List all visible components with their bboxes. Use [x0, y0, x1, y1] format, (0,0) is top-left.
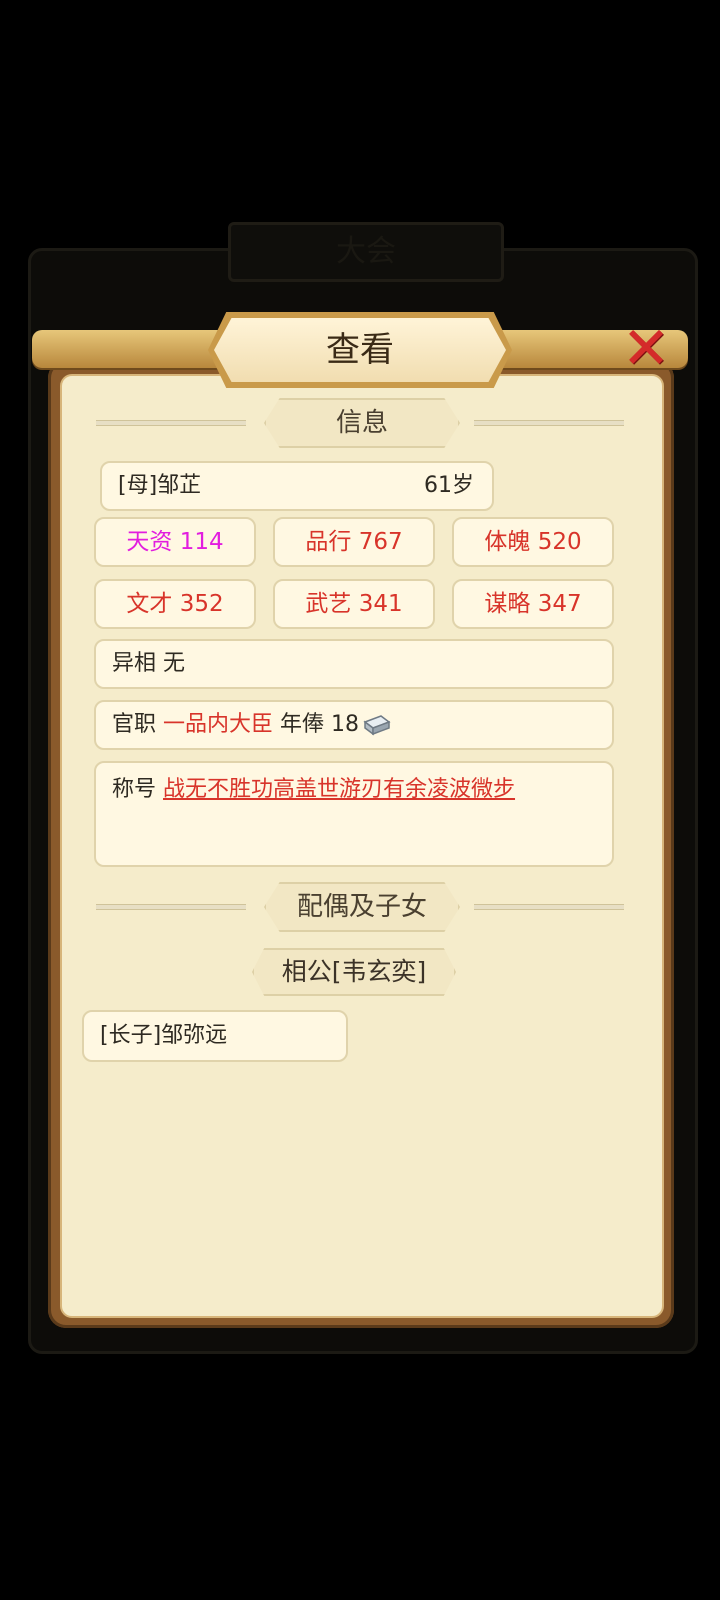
family-section-label: 配偶及子女	[264, 882, 460, 932]
stat-value: 347	[537, 591, 582, 617]
office-label: 官职	[112, 712, 157, 737]
stat-value: 767	[358, 529, 403, 555]
stat-value: 114	[179, 529, 224, 555]
child-label: [长子]邹弥远	[100, 1023, 228, 1048]
stat-literary: 文才 352	[94, 579, 256, 629]
divider-right	[474, 420, 624, 426]
info-section-label: 信息	[264, 398, 460, 448]
stat-value: 520	[537, 529, 582, 555]
stat-strategy: 谋略 347	[452, 579, 614, 629]
office-value: 一品内大臣	[163, 712, 274, 737]
titles-label: 称号	[112, 777, 157, 802]
titles-row: 称号 战无不胜功高盖世游刃有余凌波微步	[94, 761, 614, 867]
stat-label: 谋略	[484, 591, 531, 617]
divider-right	[474, 904, 624, 910]
salary-label: 年俸	[280, 712, 325, 737]
divider-left	[96, 420, 246, 426]
stat-aptitude: 天资 114	[94, 517, 256, 567]
appearance-value: 无	[163, 651, 186, 676]
salary-value: 18	[331, 712, 360, 737]
spouse-button[interactable]: 相公[韦玄奕]	[252, 948, 456, 996]
person-name-row: [母]邹芷 61岁	[100, 461, 494, 511]
stat-martial: 武艺 341	[273, 579, 435, 629]
stat-physique: 体魄 520	[452, 517, 614, 567]
titles-value[interactable]: 战无不胜功高盖世游刃有余凌波微步	[163, 777, 515, 802]
stat-label: 文才	[126, 591, 173, 617]
stat-label: 品行	[305, 529, 352, 555]
background-tab: 大会	[228, 222, 504, 282]
person-name: [母]邹芷	[118, 473, 202, 498]
appearance-label: 异相	[112, 651, 157, 676]
dialog-title: 查看	[326, 330, 394, 370]
appearance-row: 异相 无	[94, 639, 614, 689]
office-row: 官职 一品内大臣 年俸 18	[94, 700, 614, 750]
close-button[interactable]: ✕	[616, 318, 676, 378]
stat-value: 352	[179, 591, 224, 617]
divider-left	[96, 904, 246, 910]
stat-label: 武艺	[305, 591, 352, 617]
stat-value: 341	[358, 591, 403, 617]
person-age: 61岁	[424, 473, 474, 498]
silver-ingot-icon	[363, 715, 391, 736]
info-section-header: 信息	[96, 398, 624, 448]
stat-conduct: 品行 767	[273, 517, 435, 567]
stat-label: 天资	[126, 529, 173, 555]
stat-label: 体魄	[484, 529, 531, 555]
family-section-header: 配偶及子女	[96, 882, 624, 932]
child-item[interactable]: [长子]邹弥远	[82, 1010, 348, 1062]
